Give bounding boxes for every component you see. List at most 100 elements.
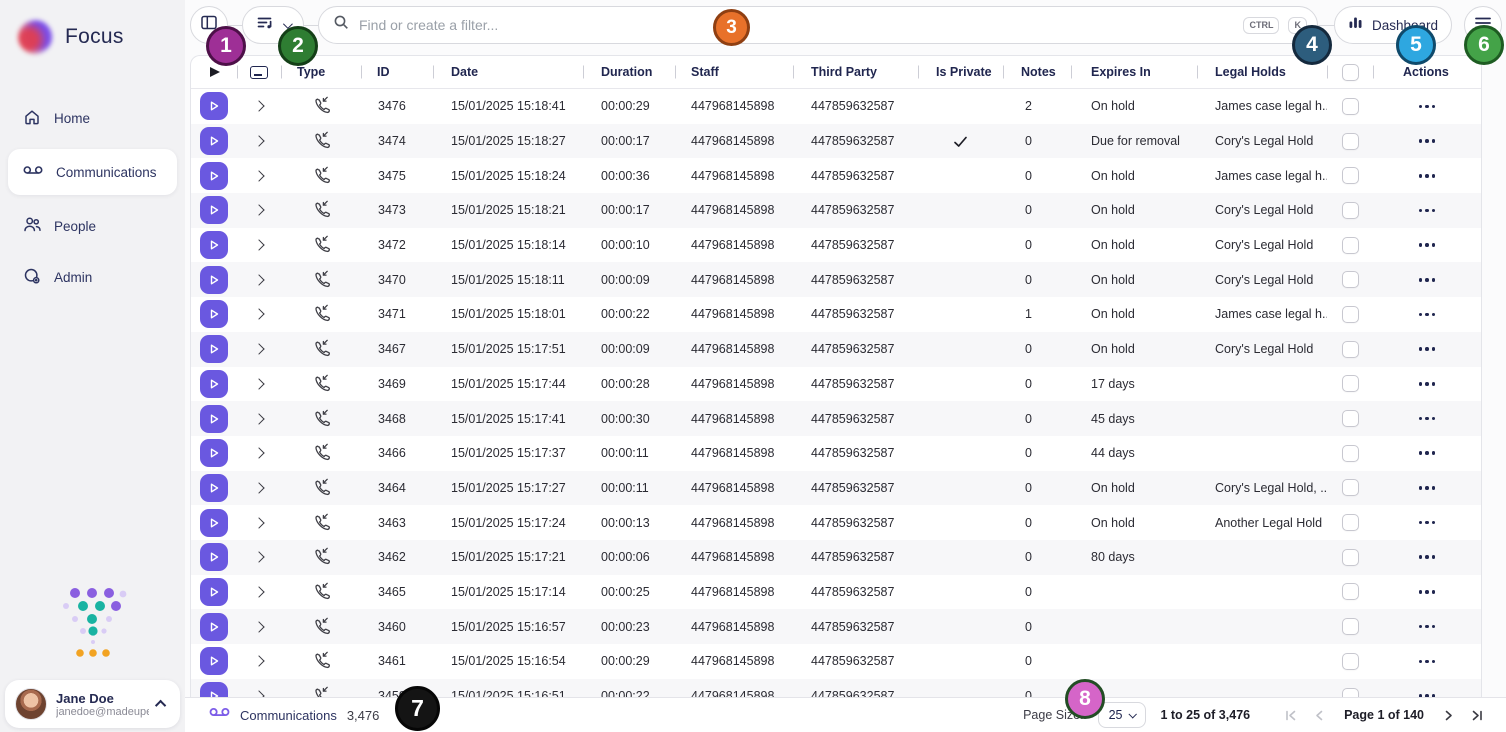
table-row[interactable]: 3472 15/01/2025 15:18:14 00:00:10 447968… <box>191 228 1481 263</box>
expand-row-icon[interactable] <box>253 378 264 389</box>
play-button[interactable] <box>200 127 228 155</box>
row-checkbox[interactable] <box>1342 653 1359 670</box>
user-profile-button[interactable]: Jane Doe janedoe@madeupe... <box>5 680 180 728</box>
play-button[interactable] <box>200 439 228 467</box>
table-row[interactable]: 3474 15/01/2025 15:18:27 00:00:17 447968… <box>191 124 1481 159</box>
sidebar-item-people[interactable]: People <box>8 206 177 246</box>
row-checkbox[interactable] <box>1342 514 1359 531</box>
row-actions-button[interactable] <box>1415 690 1440 697</box>
row-checkbox[interactable] <box>1342 549 1359 566</box>
play-button[interactable] <box>200 231 228 259</box>
play-button[interactable] <box>200 474 228 502</box>
expand-row-icon[interactable] <box>253 690 264 697</box>
table-row[interactable]: 3461 15/01/2025 15:16:54 00:00:29 447968… <box>191 644 1481 679</box>
table-row[interactable]: 3465 15/01/2025 15:17:14 00:00:25 447968… <box>191 575 1481 610</box>
next-page-button[interactable] <box>1440 707 1457 724</box>
row-actions-button[interactable] <box>1415 205 1440 217</box>
table-row[interactable]: 3468 15/01/2025 15:17:41 00:00:30 447968… <box>191 401 1481 436</box>
row-actions-button[interactable] <box>1415 239 1440 251</box>
play-button[interactable] <box>200 509 228 537</box>
expand-row-icon[interactable] <box>253 656 264 667</box>
row-checkbox[interactable] <box>1342 167 1359 184</box>
row-actions-button[interactable] <box>1415 378 1440 390</box>
header-staff[interactable]: Staff <box>675 56 793 88</box>
play-button[interactable] <box>200 613 228 641</box>
table-row[interactable]: 3464 15/01/2025 15:17:27 00:00:11 447968… <box>191 471 1481 506</box>
row-actions-button[interactable] <box>1415 274 1440 286</box>
last-page-button[interactable] <box>1469 707 1486 724</box>
expand-row-icon[interactable] <box>253 170 264 181</box>
expand-row-icon[interactable] <box>253 135 264 146</box>
play-button[interactable] <box>200 543 228 571</box>
table-row[interactable]: 3466 15/01/2025 15:17:37 00:00:11 447968… <box>191 436 1481 471</box>
table-row[interactable]: 3459 15/01/2025 15:16:51 00:00:22 447968… <box>191 679 1481 697</box>
row-actions-button[interactable] <box>1415 586 1440 598</box>
row-checkbox[interactable] <box>1342 133 1359 150</box>
table-row[interactable]: 3476 15/01/2025 15:18:41 00:00:29 447968… <box>191 89 1481 124</box>
row-checkbox[interactable] <box>1342 237 1359 254</box>
header-is-private[interactable]: Is Private <box>918 56 1003 88</box>
expand-row-icon[interactable] <box>253 448 264 459</box>
header-date[interactable]: Date <box>433 56 583 88</box>
row-checkbox[interactable] <box>1342 410 1359 427</box>
table-row[interactable]: 3473 15/01/2025 15:18:21 00:00:17 447968… <box>191 193 1481 228</box>
header-id[interactable]: ID <box>361 56 433 88</box>
row-actions-button[interactable] <box>1415 551 1440 563</box>
expand-row-icon[interactable] <box>253 343 264 354</box>
expand-row-icon[interactable] <box>253 239 264 250</box>
row-checkbox[interactable] <box>1342 618 1359 635</box>
play-button[interactable] <box>200 266 228 294</box>
table-row[interactable]: 3470 15/01/2025 15:18:11 00:00:09 447968… <box>191 262 1481 297</box>
play-button[interactable] <box>200 92 228 120</box>
row-actions-button[interactable] <box>1415 135 1440 147</box>
row-actions-button[interactable] <box>1415 517 1440 529</box>
expand-row-icon[interactable] <box>253 482 264 493</box>
play-button[interactable] <box>200 300 228 328</box>
sidebar-item-communications[interactable]: Communications <box>8 149 177 195</box>
row-checkbox[interactable] <box>1342 583 1359 600</box>
previous-page-button[interactable] <box>1311 707 1328 724</box>
table-row[interactable]: 3463 15/01/2025 15:17:24 00:00:13 447968… <box>191 505 1481 540</box>
row-checkbox[interactable] <box>1342 271 1359 288</box>
select-all-checkbox[interactable] <box>1342 64 1359 81</box>
table-row[interactable]: 3460 15/01/2025 15:16:57 00:00:23 447968… <box>191 609 1481 644</box>
play-button[interactable] <box>200 196 228 224</box>
expand-row-icon[interactable] <box>253 552 264 563</box>
play-button[interactable] <box>200 647 228 675</box>
header-expires-in[interactable]: Expires In <box>1071 56 1197 88</box>
expand-row-icon[interactable] <box>253 621 264 632</box>
header-duration[interactable]: Duration <box>583 56 675 88</box>
play-button[interactable] <box>200 578 228 606</box>
row-checkbox[interactable] <box>1342 479 1359 496</box>
header-notes[interactable]: Notes <box>1003 56 1071 88</box>
play-button[interactable] <box>200 370 228 398</box>
expand-row-icon[interactable] <box>253 586 264 597</box>
row-checkbox[interactable] <box>1342 688 1359 697</box>
row-actions-button[interactable] <box>1415 447 1440 459</box>
expand-row-icon[interactable] <box>253 101 264 112</box>
row-actions-button[interactable] <box>1415 413 1440 425</box>
page-size-select[interactable]: 25 <box>1098 702 1147 728</box>
header-third-party[interactable]: Third Party <box>793 56 918 88</box>
play-button[interactable] <box>200 405 228 433</box>
filter-search-input[interactable] <box>359 17 1234 33</box>
table-row[interactable]: 3469 15/01/2025 15:17:44 00:00:28 447968… <box>191 367 1481 402</box>
row-actions-button[interactable] <box>1415 101 1440 113</box>
row-checkbox[interactable] <box>1342 341 1359 358</box>
row-checkbox[interactable] <box>1342 445 1359 462</box>
expand-row-icon[interactable] <box>253 309 264 320</box>
play-button[interactable] <box>200 682 228 697</box>
first-page-button[interactable] <box>1282 707 1299 724</box>
expand-row-icon[interactable] <box>253 517 264 528</box>
table-row[interactable]: 3462 15/01/2025 15:17:21 00:00:06 447968… <box>191 540 1481 575</box>
expand-row-icon[interactable] <box>253 413 264 424</box>
row-checkbox[interactable] <box>1342 98 1359 115</box>
table-row[interactable]: 3471 15/01/2025 15:18:01 00:00:22 447968… <box>191 297 1481 332</box>
row-actions-button[interactable] <box>1415 309 1440 321</box>
table-row[interactable]: 3475 15/01/2025 15:18:24 00:00:36 447968… <box>191 158 1481 193</box>
play-button[interactable] <box>200 335 228 363</box>
expand-row-icon[interactable] <box>253 205 264 216</box>
row-actions-button[interactable] <box>1415 343 1440 355</box>
filter-search-bar[interactable]: CTRL K <box>318 6 1318 44</box>
row-actions-button[interactable] <box>1415 482 1440 494</box>
